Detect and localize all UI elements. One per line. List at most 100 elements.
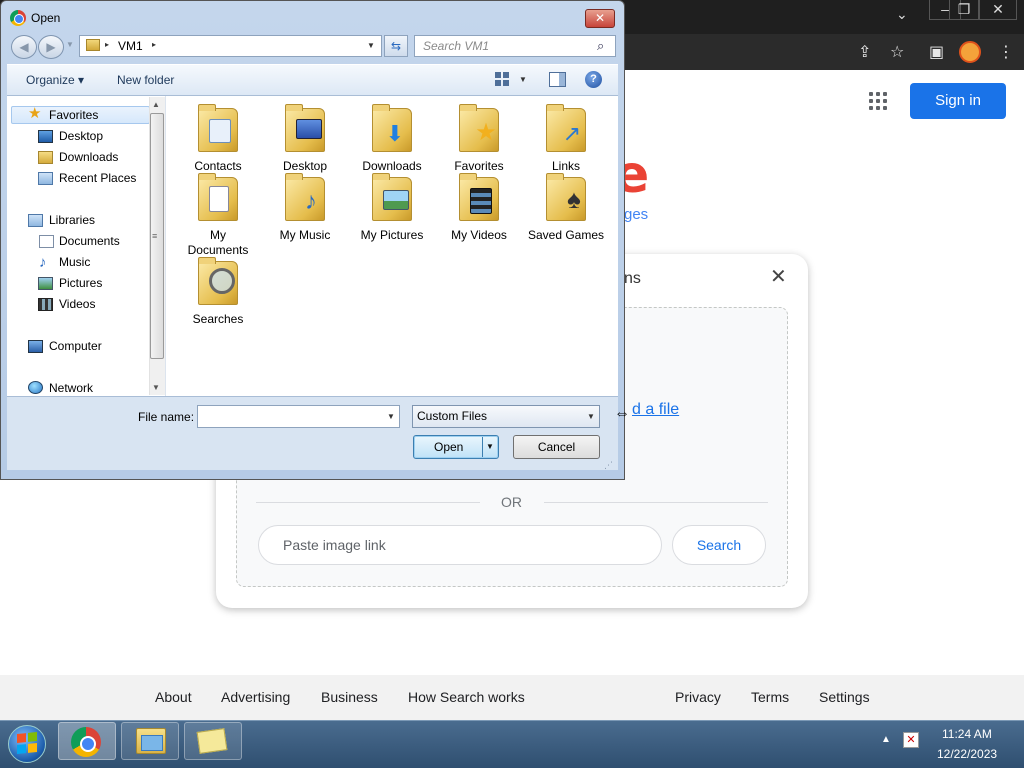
folder-item[interactable]: ★ Favorites [439, 104, 519, 178]
or-divider-right [544, 502, 768, 503]
file-type-dropdown-icon[interactable]: ▼ [587, 412, 595, 421]
favorites-star-icon: ★ [28, 105, 42, 122]
folder-label: Desktop [282, 159, 328, 173]
favorites-folder-icon: ★ [459, 104, 499, 152]
open-options-dropdown-icon[interactable]: ▼ [486, 442, 494, 451]
nav-computer[interactable]: Computer [49, 337, 102, 355]
nav-music[interactable]: Music [59, 253, 90, 271]
organize-menu[interactable]: Organize ▾ [26, 73, 84, 87]
forward-button[interactable]: ▶ [38, 35, 64, 59]
show-hidden-icons-icon[interactable]: ▲ [881, 734, 891, 745]
breadcrumb-separator-icon[interactable]: ▸ [105, 40, 109, 49]
nav-libraries[interactable]: Libraries [49, 211, 95, 229]
footer-advertising-link[interactable]: Advertising [221, 689, 290, 705]
paste-image-link-input[interactable]: Paste image link [258, 525, 662, 565]
folder-item[interactable]: My Documents [178, 173, 258, 257]
address-dropdown-icon[interactable]: ▼ [367, 41, 375, 50]
folder-label: Favorites [454, 159, 504, 173]
footer-terms-link[interactable]: Terms [751, 689, 789, 705]
searches-folder-icon [198, 257, 238, 305]
nav-network[interactable]: Network [49, 379, 93, 397]
folder-item[interactable]: ♪ My Music [265, 173, 345, 247]
desktop-folder-icon [285, 104, 325, 152]
folder-label: Downloads [362, 159, 422, 173]
pictures-folder-icon [372, 173, 412, 221]
desktop-icon [38, 130, 53, 143]
clock-date[interactable]: 12/22/2023 [937, 747, 997, 761]
preview-pane-icon[interactable] [549, 72, 566, 87]
dialog-title: Open [31, 11, 61, 25]
documents-icon [39, 235, 54, 248]
folder-item[interactable]: Contacts [178, 104, 258, 178]
or-label: OR [501, 494, 522, 510]
dialog-close-button[interactable]: ✕ [585, 9, 615, 28]
change-view-icon[interactable] [495, 72, 509, 86]
clock-time[interactable]: 11:24 AM [942, 727, 992, 741]
lens-title-fragment: ns [624, 270, 641, 287]
nav-favorites-label[interactable]: Favorites [49, 106, 98, 124]
lens-search-button[interactable]: Search [672, 525, 766, 565]
footer-about-link[interactable]: About [155, 689, 192, 705]
new-folder-button[interactable]: New folder [117, 73, 174, 87]
videos-folder-icon [459, 173, 499, 221]
action-center-flag-icon[interactable]: ✕ [903, 732, 919, 748]
back-button[interactable]: ◀ [11, 35, 37, 59]
file-name-input[interactable] [197, 405, 400, 428]
network-icon [28, 381, 43, 394]
folder-item[interactable]: ↗ Links [526, 104, 606, 178]
menu-kebab-icon[interactable]: ⋮ [998, 42, 1014, 62]
view-options-dropdown-icon[interactable]: ▼ [519, 75, 527, 84]
nav-desktop[interactable]: Desktop [59, 127, 103, 145]
libraries-icon [28, 214, 43, 227]
pictures-icon [38, 277, 53, 290]
folder-item[interactable]: Desktop [265, 104, 345, 178]
footer-settings-link[interactable]: Settings [819, 689, 870, 705]
nav-pictures[interactable]: Pictures [59, 274, 102, 292]
cancel-button[interactable]: Cancel [513, 435, 600, 459]
file-name-dropdown-icon[interactable]: ▼ [387, 412, 395, 421]
folder-item[interactable]: ⬇ Downloads [352, 104, 432, 178]
breadcrumb-separator-icon[interactable]: ▸ [152, 40, 156, 49]
folder-label: My Videos [451, 228, 507, 242]
folder-item[interactable]: Searches [178, 257, 258, 331]
breadcrumb-vm1[interactable]: VM1 [118, 39, 143, 53]
upload-file-link[interactable]: d a file [632, 401, 679, 419]
side-panel-icon[interactable]: ▣ [929, 42, 944, 62]
folder-item[interactable]: ♠ Saved Games [526, 173, 606, 247]
profile-avatar[interactable] [959, 41, 981, 63]
lens-close-icon[interactable]: ✕ [770, 264, 787, 289]
images-label-fragment: ges [624, 206, 649, 223]
help-icon[interactable]: ? [585, 71, 602, 88]
scroll-up-arrow-icon[interactable]: ▲ [152, 100, 160, 109]
google-apps-icon[interactable] [869, 92, 887, 110]
footer-privacy-link[interactable]: Privacy [675, 689, 721, 705]
folder-item[interactable]: My Pictures [352, 173, 432, 247]
open-split-divider [482, 437, 483, 457]
folder-label: Links [551, 159, 580, 173]
folder-label: Saved Games [527, 228, 605, 242]
nav-recent-places[interactable]: Recent Places [59, 169, 136, 187]
tab-search-chevron-icon[interactable]: ⌄ [896, 6, 908, 23]
search-icon[interactable]: ⌕ [597, 38, 604, 54]
refresh-button[interactable]: ⇆ [384, 35, 408, 57]
scroll-down-arrow-icon[interactable]: ▼ [152, 383, 160, 392]
search-input[interactable]: Search VM1 [414, 35, 616, 57]
nav-documents[interactable]: Documents [59, 232, 120, 250]
footer-business-link[interactable]: Business [321, 689, 378, 705]
resize-grip-icon[interactable]: ⋰ [604, 460, 613, 471]
saved-games-folder-icon: ♠ [546, 173, 586, 221]
nav-videos[interactable]: Videos [59, 295, 95, 313]
nav-downloads[interactable]: Downloads [59, 148, 118, 166]
window-close-button[interactable]: ✕ [979, 0, 1017, 20]
recent-locations-chevron-icon[interactable]: ▼ [66, 40, 74, 49]
footer-how-search-works-link[interactable]: How Search works [408, 689, 525, 705]
recent-places-icon [38, 172, 53, 185]
sign-in-button[interactable]: Sign in [910, 83, 1006, 119]
links-folder-icon: ↗ [546, 104, 586, 152]
restore-button[interactable]: ❐ [949, 0, 979, 20]
share-icon[interactable]: ⇪ [858, 42, 871, 62]
folder-label: My Music [279, 228, 331, 242]
bookmark-star-icon[interactable]: ☆ [890, 42, 904, 62]
folder-item[interactable]: My Videos [439, 173, 519, 247]
file-type-select[interactable]: Custom Files [412, 405, 600, 428]
